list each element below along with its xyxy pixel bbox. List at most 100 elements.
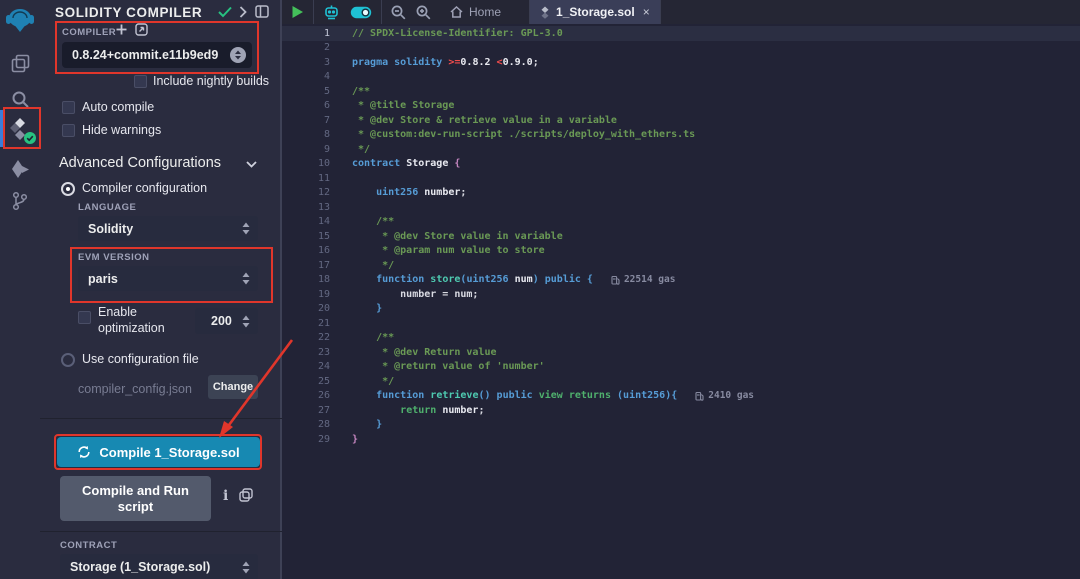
line-number: 12 [282,187,352,198]
remix-logo[interactable] [0,2,40,38]
contract-section-label: CONTRACT [60,540,117,551]
robot-icon[interactable] [323,5,340,20]
code-line[interactable]: 21 [282,316,1080,331]
code-line[interactable]: 1// SPDX-License-Identifier: GPL-3.0 [282,26,1080,41]
contract-select[interactable]: Storage (1_Storage.sol) [60,554,258,579]
compiler-section-label: COMPILER [62,27,116,38]
code-line[interactable]: 19 number = num; [282,287,1080,302]
use-configuration-file-label: Use configuration file [82,352,199,366]
code-line[interactable]: 18 function store(uint256 num) public {2… [282,273,1080,288]
nightly-builds-checkbox[interactable] [134,75,147,88]
tab-1-storage-sol[interactable]: 1_Storage.sol × [529,0,661,24]
close-tab-icon[interactable]: × [643,5,650,19]
hide-warnings-label: Hide warnings [82,123,161,137]
line-number: 8 [282,129,352,140]
line-number: 21 [282,318,352,329]
file-explorer-icon[interactable] [0,46,40,80]
code-line[interactable]: 29} [282,432,1080,447]
line-number: 1 [282,28,352,39]
git-branch-icon[interactable] [0,184,40,218]
search-icon[interactable] [0,82,40,116]
line-number: 22 [282,332,352,343]
line-number: 11 [282,173,352,184]
compiler-configuration-radio[interactable] [61,182,75,196]
line-number: 26 [282,390,352,401]
optimization-runs-input[interactable]: 200 [195,308,258,334]
advanced-configurations-header[interactable]: Advanced Configurations [59,155,221,171]
copilot-toggle-icon[interactable] [350,6,372,19]
code-editor[interactable]: 1// SPDX-License-Identifier: GPL-3.023pr… [282,24,1080,579]
code-line[interactable]: 14 /** [282,215,1080,230]
play-icon[interactable] [291,5,304,19]
compile-button-label: Compile 1_Storage.sol [99,445,239,460]
code-line[interactable]: 27 return number; [282,403,1080,418]
version-stepper-icon[interactable] [230,47,246,63]
code-line[interactable]: 13 [282,200,1080,215]
language-select[interactable]: Solidity [78,216,258,241]
divider [40,418,282,419]
add-custom-compiler-icon[interactable] [116,24,127,35]
line-number: 24 [282,361,352,372]
solidity-compiler-icon[interactable] [0,112,40,146]
pin-panel-icon[interactable] [255,5,269,18]
compile-button[interactable]: Compile 1_Storage.sol [57,437,260,467]
evm-version-select[interactable]: paris [78,266,258,291]
code-line[interactable]: 17 */ [282,258,1080,273]
tab-home[interactable]: Home [440,0,511,24]
code-line[interactable]: 8 * @custom:dev-run-script ./scripts/dep… [282,128,1080,143]
enable-optimization-checkbox[interactable] [78,311,91,324]
auto-compile-checkbox[interactable] [62,101,75,114]
language-value: Solidity [88,222,242,236]
chevron-down-icon[interactable] [246,161,257,168]
code-line[interactable]: 6 * @title Storage [282,99,1080,114]
code-line[interactable]: 28 } [282,418,1080,433]
line-number: 20 [282,303,352,314]
nightly-builds-label: Include nightly builds [153,74,269,88]
line-number: 27 [282,405,352,416]
compile-success-icon [218,6,232,18]
change-config-button[interactable]: Change [208,375,258,399]
code-line[interactable]: 24 * @return value of 'number' [282,360,1080,375]
code-line[interactable]: 10contract Storage { [282,157,1080,172]
code-line[interactable]: 5/** [282,84,1080,99]
code-line[interactable]: 23 * @dev Return value [282,345,1080,360]
code-line[interactable]: 3pragma solidity >=0.8.2 <0.9.0; [282,55,1080,70]
line-number: 6 [282,100,352,111]
line-number: 4 [282,71,352,82]
zoom-segment[interactable] [382,0,440,24]
code-line[interactable]: 4 [282,70,1080,85]
panel-title: SOLIDITY COMPILER [55,5,202,20]
code-line[interactable]: 15 * @dev Store value in variable [282,229,1080,244]
compiler-version-select[interactable]: 0.8.24+commit.e11b9ed9 [62,42,252,68]
code-line[interactable]: 11 [282,171,1080,186]
open-compiler-file-icon[interactable] [135,23,148,36]
copy-to-playground-icon[interactable] [239,488,253,502]
code-line[interactable]: 26 function retrieve() public view retur… [282,389,1080,404]
code-line[interactable]: 22 /** [282,331,1080,346]
run-script-segment[interactable] [282,0,314,24]
line-number: 29 [282,434,352,445]
line-number: 14 [282,216,352,227]
code-line[interactable]: 25 */ [282,374,1080,389]
line-number: 5 [282,86,352,97]
auto-compile-label: Auto compile [82,100,154,114]
code-line[interactable]: 20 } [282,302,1080,317]
code-line[interactable]: 2 [282,41,1080,56]
select-stepper-icon [242,315,250,328]
info-icon[interactable]: i [223,488,228,504]
compile-and-run-button[interactable]: Compile and Run script [60,476,211,521]
zoom-out-icon[interactable] [391,5,406,20]
zoom-in-icon[interactable] [416,5,431,20]
code-line[interactable]: 16 * @param num value to store [282,244,1080,259]
deploy-run-icon[interactable] [0,152,40,186]
code-line[interactable]: 9 */ [282,142,1080,157]
line-number: 19 [282,289,352,300]
use-configuration-file-radio[interactable] [61,353,75,367]
contract-value: Storage (1_Storage.sol) [70,560,242,574]
hide-warnings-checkbox[interactable] [62,124,75,137]
gas-estimate-badge: 22514 gas [611,274,675,285]
assistant-segment[interactable] [314,0,382,24]
code-line[interactable]: 7 * @dev Store & retrieve value in a var… [282,113,1080,128]
chevron-right-icon[interactable] [239,6,247,18]
code-line[interactable]: 12 uint256 number; [282,186,1080,201]
